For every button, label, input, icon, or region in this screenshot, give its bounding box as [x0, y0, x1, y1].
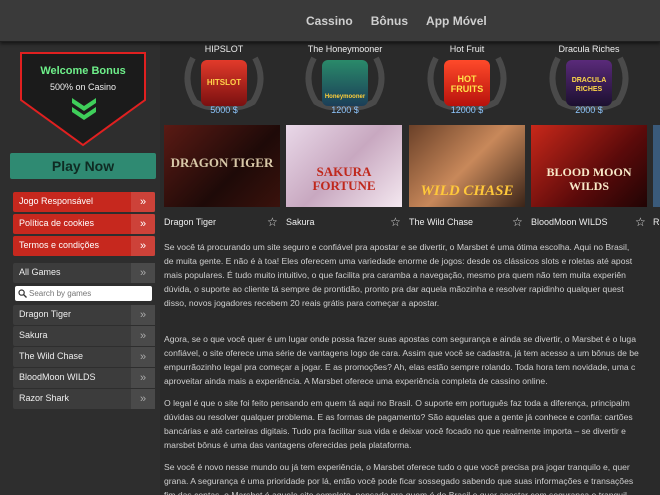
double-chevron-right-icon: »	[131, 305, 155, 325]
game-card-wild-chase[interactable]: WILD CHASE	[409, 125, 525, 207]
sidebar-game-wild-chase[interactable]: The Wild Chase »	[13, 347, 155, 367]
sidebar-game-dragon-tiger[interactable]: Dragon Tiger »	[13, 305, 155, 325]
card-label-bloodmoon: BloodMoon WILDS	[531, 217, 608, 227]
card-label-wild-chase: The Wild Chase	[409, 217, 474, 227]
star-icon[interactable]: ☆	[267, 215, 278, 229]
sidebar: Welcome Bonus 500% on Casino Play Now Jo…	[0, 42, 160, 495]
all-games-button[interactable]: All Games »	[13, 263, 155, 283]
star-icon[interactable]: ☆	[390, 215, 401, 229]
jackpot-logo: HITSLOT	[206, 78, 242, 87]
sidebar-game-sakura[interactable]: Sakura »	[13, 326, 155, 346]
jackpot-hot-fruit[interactable]: Hot Fruit HOT FRUITS 12000 $	[422, 42, 512, 120]
jackpot-amount: 2000 $	[575, 105, 603, 115]
article-paragraph: Agora, se o que você quer é um lugar ond…	[164, 334, 639, 386]
top-nav: Cassino Bônus App Móvel	[306, 14, 487, 28]
link-politica-cookies[interactable]: Política de cookies »	[13, 214, 155, 234]
jackpot-amount: 5000 $	[210, 105, 238, 115]
main-content: HIPSLOT HITSLOT 5000 $ The Honeymooner H…	[160, 42, 660, 495]
game-label: Sakura	[19, 330, 48, 340]
jackpot-logo: DRACULA RICHES	[571, 77, 607, 93]
bonus-subtitle: 500% on Casino	[49, 82, 117, 92]
article-paragraph: Se você tá procurando um site seguro e c…	[164, 242, 633, 308]
double-chevron-right-icon: »	[131, 192, 155, 212]
card-logo: DRAGON TIGER	[170, 155, 274, 170]
game-card-partial[interactable]	[653, 125, 660, 207]
search-input[interactable]	[29, 286, 149, 301]
jackpot-amount: 12000 $	[450, 105, 484, 115]
link-jogo-responsavel[interactable]: Jogo Responsável »	[13, 192, 155, 212]
card-logo: BLOOD MOON WILDS	[546, 165, 632, 193]
play-now-button[interactable]: Play Now	[10, 153, 156, 179]
jackpot-dracula-riches[interactable]: Dracula Riches DRACULA RICHES 2000 $	[544, 42, 634, 120]
game-label: Razor Shark	[19, 393, 70, 403]
article-paragraph: O legal é que o site foi feito pensando …	[164, 398, 633, 450]
search-icon	[18, 289, 27, 298]
double-chevron-right-icon: »	[131, 326, 155, 346]
nav-cassino[interactable]: Cassino	[306, 14, 353, 28]
bonus-title: Welcome Bonus	[40, 65, 126, 77]
jackpot-amount: 1200 $	[331, 105, 359, 115]
game-label: The Wild Chase	[19, 351, 84, 361]
jackpot-thumb: DRACULA RICHES	[566, 60, 612, 106]
star-icon[interactable]: ☆	[512, 215, 523, 229]
article-paragraph: Se você é novo nesse mundo ou já tem exp…	[164, 462, 634, 495]
jackpot-logo: Honeymooner	[324, 94, 366, 100]
nav-app-movel[interactable]: App Móvel	[426, 14, 487, 28]
sidebar-game-razor-shark[interactable]: Razor Shark »	[13, 389, 155, 409]
card-logo: WILD CHASE	[420, 183, 514, 199]
card-logo: SAKURA FORTUNE	[312, 164, 376, 193]
game-card-bloodmoon[interactable]: BLOOD MOON WILDS	[531, 125, 647, 207]
jackpot-thumb: HOT FRUITS	[444, 60, 490, 106]
game-card-dragon-tiger[interactable]: DRAGON TIGER	[164, 125, 280, 207]
jackpot-logo: HOT FRUITS	[450, 74, 484, 94]
card-art	[653, 125, 660, 207]
double-chevron-right-icon: »	[131, 389, 155, 409]
link-label: Jogo Responsável	[19, 196, 94, 206]
jackpot-thumb: HITSLOT	[201, 60, 247, 106]
double-chevron-right-icon: »	[131, 263, 155, 283]
all-games-label: All Games	[19, 267, 61, 277]
game-search	[15, 286, 152, 301]
star-icon[interactable]: ☆	[635, 215, 646, 229]
double-chevron-down-icon	[72, 98, 96, 120]
game-card-sakura[interactable]: SAKURA FORTUNE	[286, 125, 402, 207]
jackpot-honeymooner[interactable]: The Honeymooner Honeymooner 1200 $	[300, 42, 390, 120]
jackpot-thumb: Honeymooner	[322, 60, 368, 106]
link-label: Política de cookies	[19, 218, 95, 228]
link-label: Termos e condições	[19, 240, 100, 250]
card-label-partial: R	[653, 217, 660, 227]
double-chevron-right-icon: »	[131, 347, 155, 367]
nav-bonus[interactable]: Bônus	[371, 14, 408, 28]
welcome-bonus-banner[interactable]: Welcome Bonus 500% on Casino	[18, 50, 148, 148]
double-chevron-right-icon: »	[131, 368, 155, 388]
game-label: BloodMoon WILDS	[19, 372, 96, 382]
game-label: Dragon Tiger	[19, 309, 72, 319]
card-label-sakura: Sakura	[286, 217, 315, 227]
double-chevron-right-icon: »	[131, 214, 155, 234]
link-termos-condicoes[interactable]: Termos e condições »	[13, 236, 155, 256]
double-chevron-right-icon: »	[131, 236, 155, 256]
sidebar-game-bloodmoon[interactable]: BloodMoon WILDS »	[13, 368, 155, 388]
top-bar: Cassino Bônus App Móvel	[0, 0, 660, 42]
jackpot-hipslot[interactable]: HIPSLOT HITSLOT 5000 $	[179, 42, 269, 120]
card-label-dragon-tiger: Dragon Tiger	[164, 217, 217, 227]
